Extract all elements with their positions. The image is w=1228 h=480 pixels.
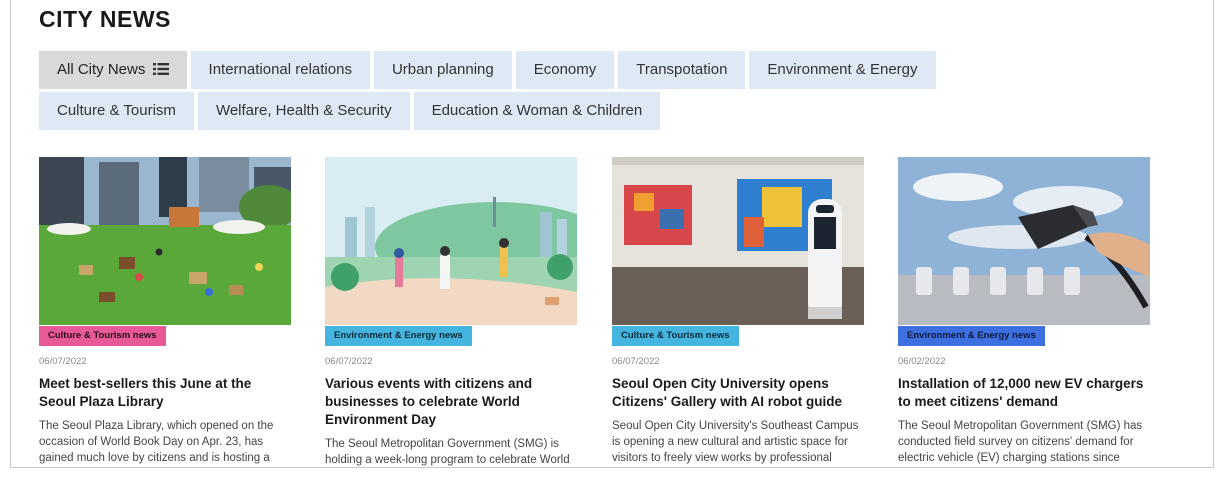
news-card[interactable]: Culture & Tourism news 06/07/2022 Meet b…: [39, 157, 291, 467]
tab-row-1: All City News International relations Ur…: [39, 51, 1039, 89]
tab-economy[interactable]: Economy: [515, 51, 615, 89]
article-date: 06/07/2022: [39, 356, 87, 367]
article-headline[interactable]: Installation of 12,000 new EV chargers t…: [898, 375, 1150, 411]
tab-culture-tourism[interactable]: Culture & Tourism: [39, 92, 194, 130]
article-headline[interactable]: Various events with citizens and busines…: [325, 375, 577, 429]
category-tabs: All City News International relations Ur…: [39, 51, 1039, 133]
tab-row-2: Culture & Tourism Welfare, Health & Secu…: [39, 92, 1039, 130]
tab-environment-energy[interactable]: Environment & Energy: [749, 51, 936, 89]
list-icon: [152, 63, 169, 75]
category-badge[interactable]: Environment & Energy news: [325, 326, 472, 346]
category-badge[interactable]: Culture & Tourism news: [612, 326, 739, 346]
article-headline[interactable]: Seoul Open City University opens Citizen…: [612, 375, 864, 411]
article-summary: Seoul Open City University's Southeast C…: [612, 420, 859, 464]
tab-welfare-health-security[interactable]: Welfare, Health & Security: [197, 92, 410, 130]
tab-label: All City News: [57, 61, 146, 78]
tab-education-woman-children[interactable]: Education & Woman & Children: [413, 92, 661, 130]
news-card[interactable]: Environment & Energy news 06/07/2022 Var…: [325, 157, 577, 467]
article-date: 06/07/2022: [325, 356, 373, 367]
ev-charger-photo[interactable]: [898, 157, 1150, 325]
news-card[interactable]: Environment & Energy news 06/02/2022 Ins…: [898, 157, 1150, 467]
article-date: 06/02/2022: [898, 356, 946, 367]
article-headline[interactable]: Meet best-sellers this June at the Seoul…: [39, 375, 291, 411]
category-badge[interactable]: Environment & Energy news: [898, 326, 1045, 346]
tab-international-relations[interactable]: International relations: [190, 51, 370, 89]
news-card[interactable]: Culture & Tourism news 06/07/2022 Seoul …: [612, 157, 864, 467]
environment-day-illustration[interactable]: [325, 157, 577, 325]
page-title: CITY NEWS: [39, 6, 171, 32]
tab-transportation[interactable]: Transpotation: [618, 51, 746, 89]
article-summary: The Seoul Plaza Library, which opened on…: [39, 420, 274, 464]
plaza-library-photo[interactable]: [39, 157, 291, 325]
article-summary: The Seoul Metropolitan Government (SMG) …: [325, 438, 570, 466]
tab-all-city-news[interactable]: All City News: [39, 51, 187, 89]
tab-urban-planning[interactable]: Urban planning: [373, 51, 512, 89]
article-date: 06/07/2022: [612, 356, 660, 367]
gallery-robot-photo[interactable]: [612, 157, 864, 325]
city-news-panel: CITY NEWS All City News International re…: [10, 0, 1214, 468]
article-summary: The Seoul Metropolitan Government (SMG) …: [898, 420, 1143, 464]
category-badge[interactable]: Culture & Tourism news: [39, 326, 166, 346]
